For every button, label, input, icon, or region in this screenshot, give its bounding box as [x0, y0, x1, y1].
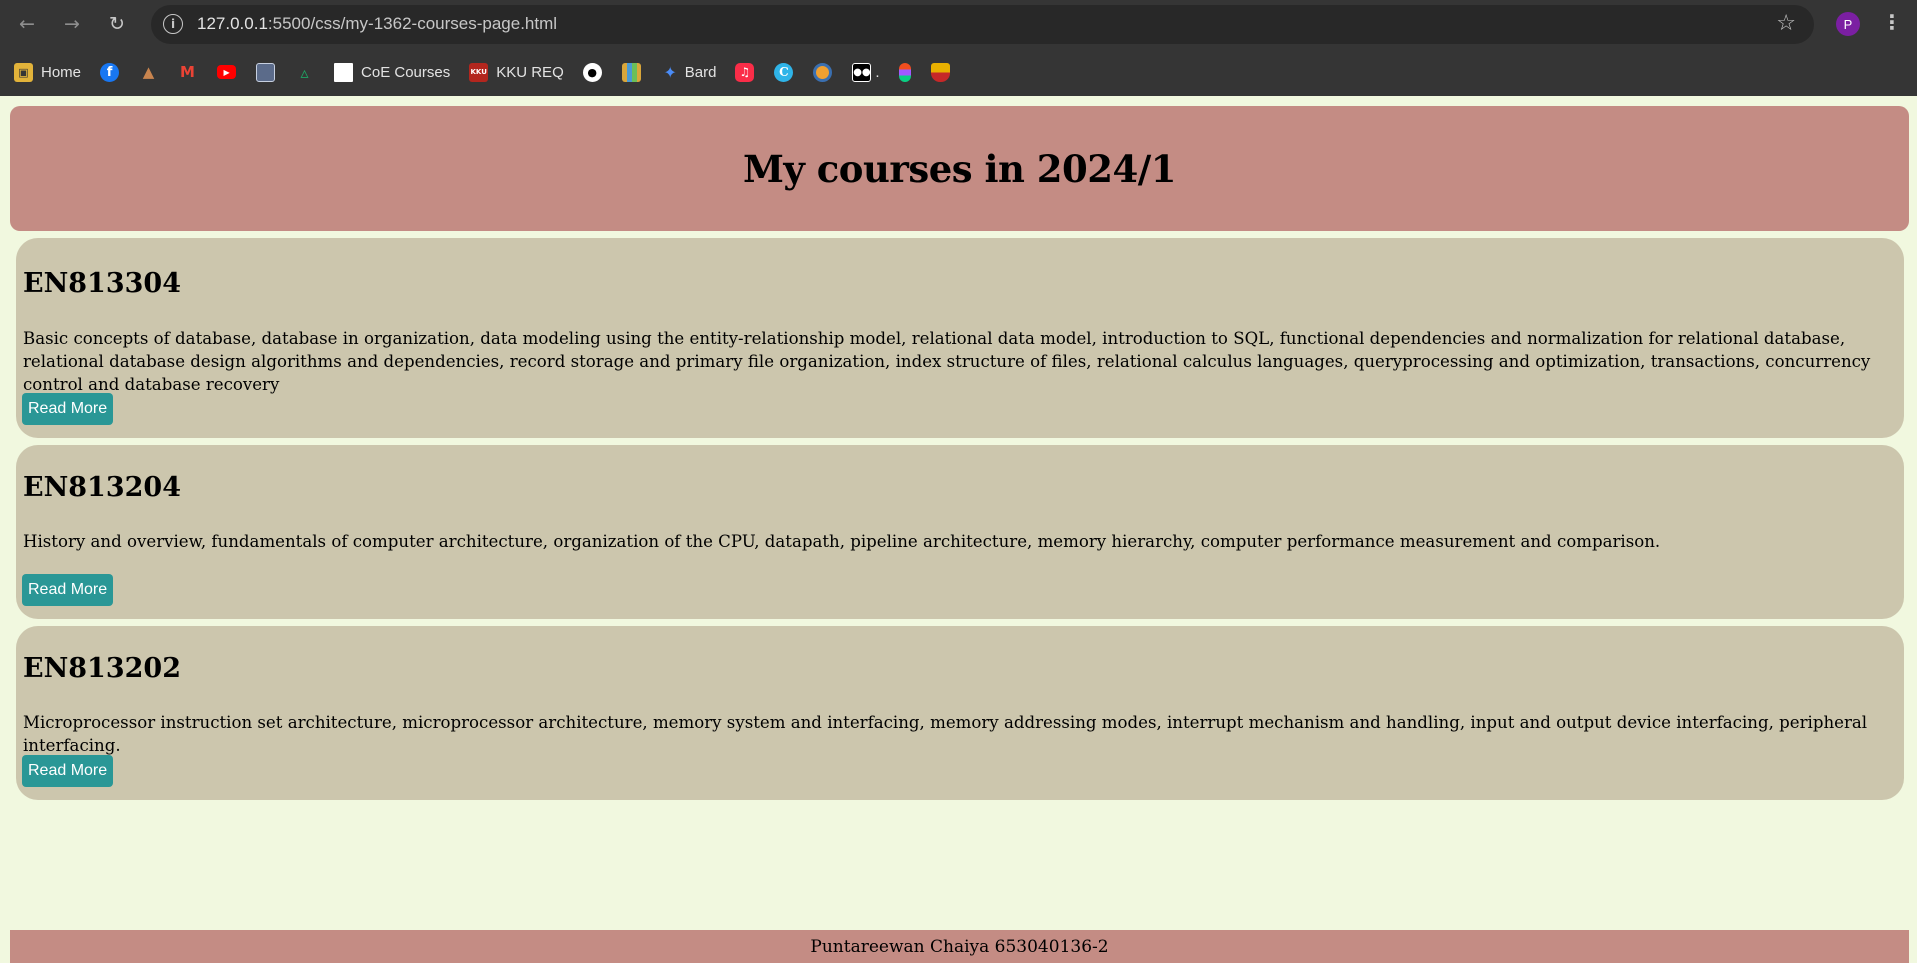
page-title: My courses in 2024/1	[742, 146, 1177, 191]
facebook-icon: f	[100, 62, 120, 82]
figma-icon	[898, 62, 911, 82]
browser-toolbar: ← → ↻ i 127.0.0.1:5500/css/my-1362-cours…	[0, 0, 1917, 48]
course-description: History and overview, fundamentals of co…	[23, 532, 1661, 551]
bookmark-label: Bard	[684, 63, 717, 81]
bookmark-coe-courses[interactable]: CoE Courses	[334, 57, 450, 87]
footer-text: Puntareewan Chaiya 653040136-2	[810, 936, 1109, 957]
bookmark-medium[interactable]: ●● .	[852, 57, 880, 87]
bookmark-circle-app[interactable]	[813, 57, 833, 87]
address-bar[interactable]: i 127.0.0.1:5500/css/my-1362-courses-pag…	[151, 5, 1814, 44]
bookmark-grid-app[interactable]	[621, 57, 641, 87]
page-footer: Puntareewan Chaiya 653040136-2	[10, 930, 1909, 963]
read-more-button[interactable]: Read More	[22, 755, 114, 787]
bookmark-youtube[interactable]: ▶	[217, 57, 237, 87]
canva-icon: C	[774, 62, 794, 82]
reload-icon[interactable]: ↻	[103, 10, 131, 38]
bookmark-badge[interactable]	[930, 57, 950, 87]
course-description: Basic concepts of database, database in …	[23, 329, 1871, 394]
bookmark-figma[interactable]	[898, 57, 911, 87]
bookmark-music[interactable]: ♫	[735, 57, 755, 87]
course-code: EN813202	[23, 653, 181, 684]
gmail-icon: M	[180, 63, 195, 81]
badge-icon	[930, 62, 950, 82]
course-card-en813304: EN813304 Basic concepts of database, dat…	[16, 238, 1904, 438]
page-header: My courses in 2024/1	[10, 106, 1909, 231]
browser-menu-icon[interactable]: ⋮	[1882, 10, 1902, 34]
tower-icon: ▲	[142, 63, 155, 81]
bookmark-label: CoE Courses	[361, 63, 451, 81]
site-info-icon[interactable]: i	[163, 14, 183, 34]
youtube-icon: ▶	[217, 65, 237, 79]
bookmark-gmail[interactable]: M	[178, 57, 197, 87]
google-drive-icon: ▵	[300, 62, 309, 82]
course-code: EN813204	[23, 472, 181, 503]
url-text[interactable]: 127.0.0.1:5500/css/my-1362-courses-page.…	[197, 14, 557, 34]
bookmark-canva[interactable]: C	[774, 57, 794, 87]
grid-app-icon	[621, 62, 641, 82]
bookmark-facebook[interactable]: f	[100, 57, 120, 87]
course-card-en813202: EN813202 Microprocessor instruction set …	[16, 626, 1904, 800]
bookmark-label: KKU REQ	[496, 63, 564, 81]
home-icon: ▣	[14, 62, 33, 82]
bookmark-kku-req[interactable]: KKU KKU REQ	[469, 57, 564, 87]
read-more-button[interactable]: Read More	[22, 574, 114, 606]
bookmark-bard[interactable]: ✦ Bard	[661, 57, 717, 87]
url-path: :5500/css/my-1362-courses-page.html	[267, 14, 558, 33]
forward-arrow-icon[interactable]: →	[58, 10, 86, 38]
bookmark-star-icon[interactable]: ☆	[1776, 11, 1796, 36]
github-icon: ●	[582, 62, 602, 82]
bookmark-home[interactable]: ▣ Home	[14, 57, 81, 87]
bookmark-label: .	[875, 63, 880, 81]
photo-icon	[256, 62, 276, 82]
bookmark-label: Home	[41, 63, 82, 81]
music-icon: ♫	[735, 62, 755, 82]
kku-icon: KKU	[469, 62, 489, 82]
medium-icon: ●●	[852, 62, 872, 82]
read-more-button[interactable]: Read More	[22, 393, 114, 425]
course-description: Microprocessor instruction set architect…	[23, 713, 1868, 755]
bard-sparkle-icon: ✦	[663, 62, 677, 82]
course-code: EN813304	[23, 268, 181, 299]
browser-chrome: ← → ↻ i 127.0.0.1:5500/css/my-1362-cours…	[0, 0, 1917, 96]
bookmark-photo[interactable]	[256, 57, 276, 87]
bookmarks-bar: ▣ Home f ▲ M ▶ ▵ CoE Courses KKU KKU REQ	[0, 48, 1917, 96]
page-icon	[334, 62, 354, 82]
course-card-en813204: EN813204 History and overview, fundament…	[16, 445, 1904, 619]
profile-avatar[interactable]: P	[1836, 12, 1860, 36]
url-host: 127.0.0.1	[197, 14, 268, 33]
bookmark-google-drive[interactable]: ▵	[295, 57, 314, 87]
back-arrow-icon[interactable]: ←	[13, 10, 41, 38]
bookmark-tower[interactable]: ▲	[139, 57, 158, 87]
bookmark-github[interactable]: ●	[582, 57, 602, 87]
circle-app-icon	[813, 62, 833, 82]
